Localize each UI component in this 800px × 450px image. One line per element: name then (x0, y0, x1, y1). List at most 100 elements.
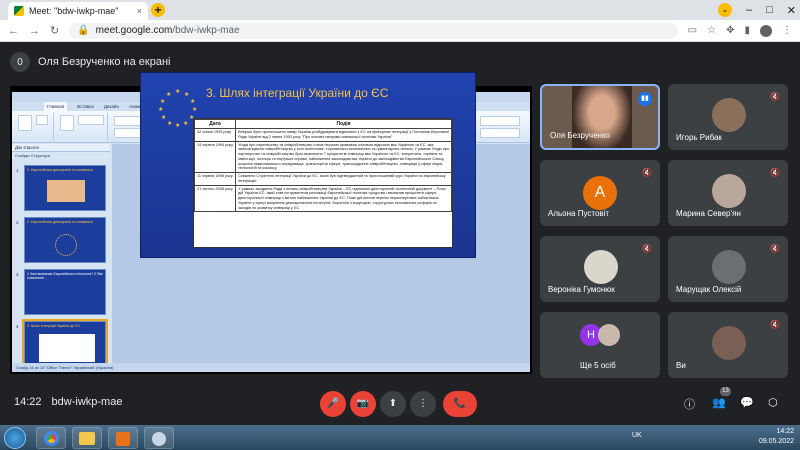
paint-taskbar-icon[interactable] (144, 427, 174, 449)
cut-button[interactable] (36, 115, 48, 125)
close-window-button[interactable]: ✕ (787, 4, 796, 17)
thumbnail-text: 1 Чим визначає Європейська спільнота? 2 … (27, 272, 103, 280)
mic-toggle-button[interactable]: 🎤 (320, 391, 346, 417)
table-row: 14 червня 1994 року Угода про партнерств… (193, 140, 452, 174)
language-indicator[interactable]: UK (632, 432, 642, 439)
slide-thumbnail[interactable]: 2 2. Європейська демократія та символіка (16, 217, 106, 263)
thumbnail-number: 1 (16, 168, 19, 173)
svg-text:★: ★ (160, 98, 165, 105)
slide-thumbnail-selected[interactable]: 4 3. Шлях інтеграції України до ЄС (16, 319, 108, 369)
participant-tile[interactable]: 🔇 Вероніка Гумонюк (540, 236, 660, 302)
participant-tile-self[interactable]: 🔇 Ви (668, 312, 788, 378)
table-row: 11 червня 1998 року Схвалено Стратегію і… (193, 172, 452, 186)
address-bar[interactable]: 🔒 meet.google.com/bdw-iwkp-mae (69, 22, 678, 39)
minimize-button[interactable]: – (746, 4, 752, 16)
mic-off-icon: 🔇 (642, 244, 652, 253)
windows-start-button[interactable] (4, 427, 26, 449)
paste-button[interactable] (18, 115, 32, 131)
activities-icon[interactable]: ⬡ (768, 396, 778, 409)
row-event: Схвалено Стратегію інтеграції України до… (235, 172, 452, 186)
mic-off-icon: 🔇 (642, 168, 652, 177)
thumbnail-table (39, 334, 95, 362)
info-icon[interactable]: ⓘ (684, 396, 695, 412)
participant-name: Альона Пустовіт (548, 209, 610, 218)
svg-text:★: ★ (158, 106, 163, 113)
explorer-taskbar-icon[interactable] (72, 427, 102, 449)
eu-stars-icon (55, 234, 77, 256)
avatar: А (583, 176, 617, 210)
thumbnail-number: 2 (16, 220, 19, 225)
participant-tile[interactable]: 🔇 Игорь Рибак (668, 84, 788, 150)
people-icon[interactable]: 👥 (712, 396, 726, 409)
participant-tile[interactable]: ▮▮ Оля Безрученко (540, 84, 660, 150)
end-call-button[interactable]: 📞 (443, 391, 477, 417)
participant-name: Игорь Рибак (676, 133, 722, 142)
slide-thumbnail[interactable]: 1 2. Європейська демократія та символіка (16, 165, 106, 211)
svg-text:★: ★ (175, 122, 180, 127)
outline-tabs[interactable]: Слайды Структура (12, 152, 110, 159)
ribbon-tab[interactable]: Дизайн (104, 102, 119, 111)
extensions-icon[interactable]: ✥ (726, 25, 734, 36)
meet-favicon-icon (14, 6, 24, 16)
back-icon[interactable]: ← (8, 25, 19, 37)
participant-name: Вероніка Гумонюк (548, 285, 615, 294)
participant-tile[interactable]: 🔇 Марущак Олексій (668, 236, 788, 302)
svg-text:★: ★ (166, 91, 171, 98)
slide-title: 3. Шлях інтеграції України до ЄС (206, 86, 389, 100)
svg-text:★: ★ (167, 120, 172, 127)
chrome-taskbar-icon[interactable] (36, 427, 66, 449)
reload-icon[interactable]: ↻ (50, 24, 59, 37)
tab-title: Meet: "bdw-iwkp-mae" (29, 6, 119, 16)
presenting-label: Оля Безрученко на екрані (38, 56, 171, 68)
row-date: 21 лютого 2005 року (193, 184, 237, 213)
close-tab-icon[interactable]: × (137, 6, 142, 16)
row-date: 14 червня 1994 року (193, 140, 237, 174)
row-event: Вперше було проголошено намір України ро… (235, 128, 452, 142)
find-button[interactable] (480, 116, 520, 126)
replace-button[interactable] (480, 128, 520, 138)
sidebar-icon[interactable]: ▮ (744, 25, 750, 36)
participant-tile-more[interactable]: Н Ще 5 осіб (540, 312, 660, 378)
tab-search-icon[interactable]: ⌄ (718, 3, 732, 17)
row-event: Угода про партнерство та співробітництво… (235, 140, 452, 174)
maximize-button[interactable]: □ (766, 4, 773, 16)
participant-count-badge: 13 (720, 387, 731, 396)
media-player-taskbar-icon[interactable] (108, 427, 138, 449)
browser-menu-icon[interactable]: ⋮ (782, 25, 792, 36)
svg-text:★: ★ (161, 114, 166, 121)
present-button[interactable]: ⬆ (380, 391, 406, 417)
chat-icon[interactable]: 💬 (740, 396, 754, 409)
row-date: 02 липня 1993 року (193, 128, 237, 142)
new-tab-button[interactable]: + (151, 3, 165, 17)
ribbon-tab[interactable]: Главная (44, 102, 68, 111)
participant-tile[interactable]: 🔇 Марина Север'ян (668, 160, 788, 226)
status-bar: Слайд 14 из 15 "Office Theme" Украинский… (12, 363, 530, 372)
browser-tab[interactable]: Meet: "bdw-iwkp-mae" × (8, 2, 148, 20)
table-row: 21 лютого 2005 року У рамках засідання Р… (193, 184, 452, 213)
layout-button[interactable] (78, 115, 104, 125)
avatar (712, 326, 746, 360)
mic-off-icon: 🔇 (770, 168, 780, 177)
participant-name: Марина Север'ян (676, 209, 741, 218)
thumbnail-number: 3 (16, 272, 19, 277)
camera-indicator-icon[interactable]: ▭ (688, 25, 697, 36)
system-clock[interactable]: 14:22 09.05.2022 (759, 427, 794, 447)
meeting-code: bdw-iwkp-mae (51, 396, 123, 408)
forward-icon[interactable]: → (29, 25, 40, 37)
participant-tile[interactable]: 🔇 А Альона Пустовіт (540, 160, 660, 226)
camera-toggle-button[interactable]: 📷 (350, 391, 376, 417)
new-slide-button[interactable] (60, 115, 74, 131)
avatar (712, 98, 746, 132)
participant-name: Оля Безрученко (550, 131, 610, 140)
slide-thumbnail[interactable]: 3 1 Чим визначає Європейська спільнота? … (16, 269, 106, 315)
bookmark-star-icon[interactable]: ☆ (707, 25, 716, 36)
profile-avatar[interactable] (760, 24, 772, 37)
presenting-count[interactable]: 0 (10, 52, 30, 72)
slide-table: Дата Подія 02 липня 1993 року Вперше бул… (193, 118, 453, 248)
meeting-time: 14:22 (14, 396, 42, 408)
more-options-button[interactable]: ⋮ (410, 391, 436, 417)
document-tab[interactable]: Дім Європи (12, 144, 110, 152)
ribbon-tab[interactable]: Вставка (77, 102, 94, 111)
column-header-date: Дата (193, 118, 237, 130)
mic-off-icon: 🔇 (770, 244, 780, 253)
